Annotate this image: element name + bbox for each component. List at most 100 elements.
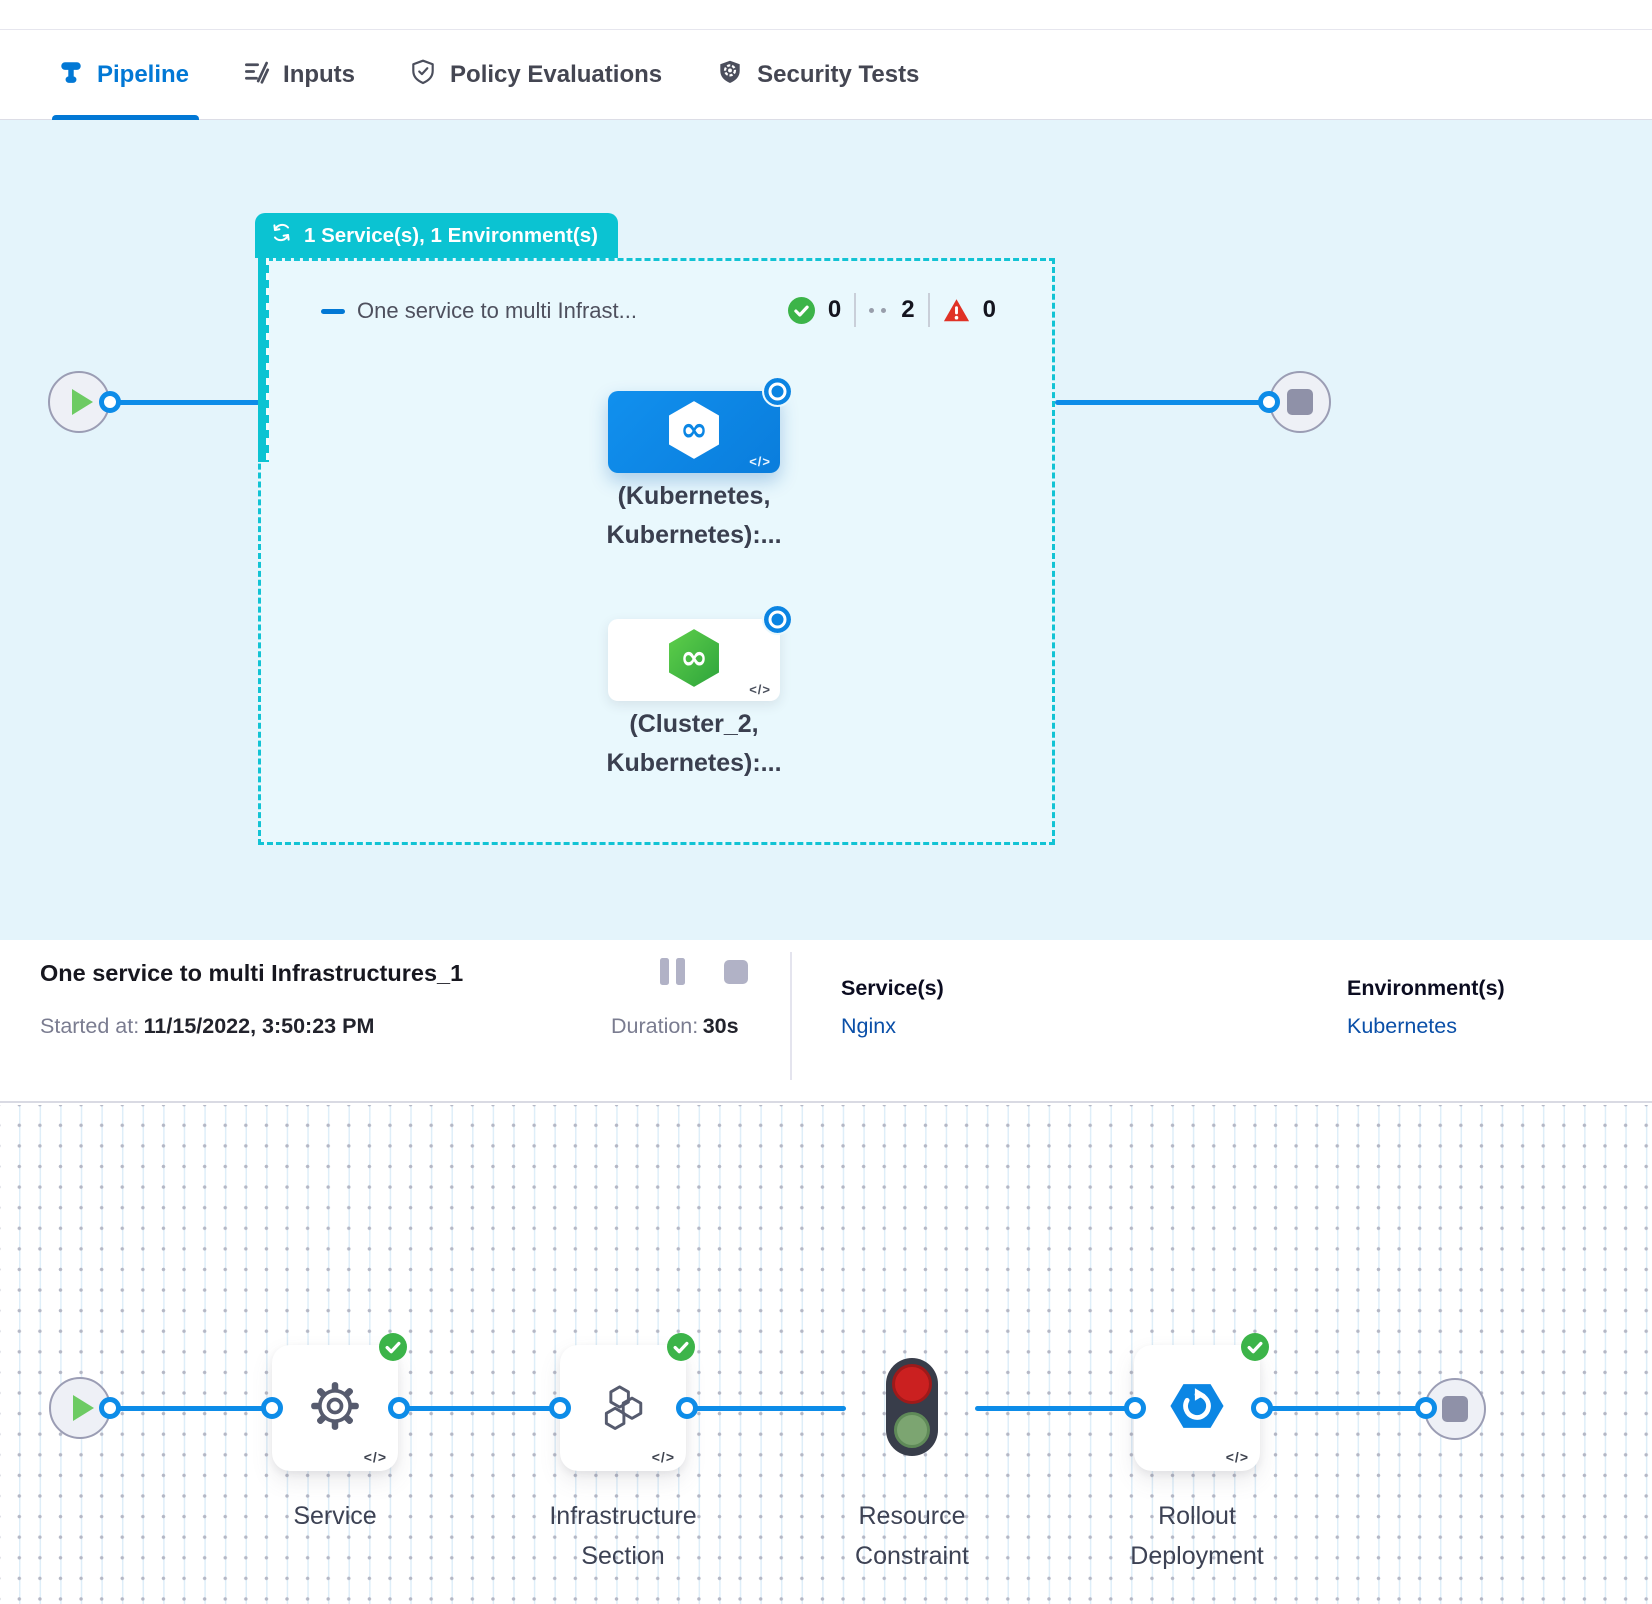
services-group: Service(s) Nginx [841, 976, 944, 1039]
edge-stage-to-end [1055, 400, 1269, 405]
edge-start-to-stage [110, 400, 260, 405]
execution-info-bar: One service to multi Infrastructures_1 S… [0, 940, 1652, 1103]
connector-dot[interactable] [1124, 1397, 1146, 1419]
success-check-badge [1241, 1333, 1269, 1361]
stage-flow-canvas: </> Service </> Infrastructu [0, 1105, 1652, 1604]
tab-policy-evaluations[interactable]: Policy Evaluations [409, 31, 662, 119]
failed-count-icon [943, 297, 970, 324]
traffic-light-green [894, 1412, 930, 1448]
tab-inputs[interactable]: Inputs [243, 31, 355, 119]
environments-label: Environment(s) [1347, 976, 1505, 1001]
harness-hexagon-icon: ∞ [664, 398, 724, 467]
duration-label: Duration: [611, 1014, 698, 1038]
matrix-node-cluster-2-label: (Cluster_2, Kubernetes):... [544, 705, 844, 783]
failed-count: 0 [983, 296, 996, 324]
connector-dot[interactable] [99, 391, 121, 413]
play-icon [72, 389, 93, 415]
services-label: Service(s) [841, 976, 944, 1001]
rollout-deployment-icon [1169, 1381, 1225, 1436]
started-at-row: Started at: 11/15/2022, 3:50:23 PM [40, 1014, 374, 1039]
step-service[interactable]: </> [272, 1345, 398, 1471]
traffic-light-red [892, 1364, 932, 1404]
environments-group: Environment(s) Kubernetes [1347, 976, 1505, 1039]
tab-pipeline-label: Pipeline [97, 61, 189, 89]
success-check-badge [379, 1333, 407, 1361]
step-service-label: Service [215, 1496, 455, 1536]
started-at-label: Started at: [40, 1014, 139, 1038]
connector-dot[interactable] [676, 1397, 698, 1419]
yaml-code-glyph: </> [749, 682, 771, 697]
service-environment-badge-label: 1 Service(s), 1 Environment(s) [304, 224, 598, 248]
stage-status-counts: 0 2 0 [788, 293, 996, 327]
edge [110, 1406, 272, 1411]
security-shield-gear-icon [716, 58, 744, 93]
execution-title: One service to multi Infrastructures_1 [40, 960, 463, 987]
svg-text:∞: ∞ [680, 637, 708, 676]
tab-pipeline[interactable]: Pipeline [58, 31, 189, 119]
step-infrastructure-section[interactable]: </> [560, 1345, 686, 1471]
count-separator [854, 293, 856, 327]
duration-value: 30s [703, 1014, 739, 1038]
edge [399, 1406, 560, 1411]
matrix-node-kubernetes-label: (Kubernetes, Kubernetes):... [544, 477, 844, 555]
stage-group-container: One service to multi Infrast... 0 2 0 [258, 258, 1055, 845]
tab-inputs-label: Inputs [283, 61, 355, 89]
cycle-icon [270, 221, 293, 250]
edge [975, 1406, 1135, 1411]
hexagons-icon [596, 1379, 650, 1438]
gear-icon [309, 1380, 361, 1437]
connector-dot[interactable] [549, 1397, 571, 1419]
tab-security-tests-label: Security Tests [757, 61, 919, 89]
success-count: 0 [828, 296, 841, 324]
edge [1262, 1406, 1426, 1411]
tab-policy-evaluations-label: Policy Evaluations [450, 61, 662, 89]
tab-security-tests[interactable]: Security Tests [716, 31, 919, 119]
queued-spinner-badge [762, 604, 793, 635]
yaml-code-glyph: </> [749, 454, 771, 469]
svg-text:∞: ∞ [680, 409, 708, 448]
stage-group-title: One service to multi Infrast... [357, 298, 637, 324]
step-resource-constraint traffic-light-icon[interactable] [886, 1358, 938, 1456]
execution-graph-canvas: 1 Service(s), 1 Environment(s) One servi… [0, 120, 1652, 940]
pipeline-icon [58, 59, 84, 92]
running-dots-icon [869, 308, 886, 313]
edge [687, 1406, 846, 1411]
connector-dot[interactable] [1251, 1397, 1273, 1419]
stage-group-edge-strip [258, 258, 269, 462]
matrix-node-kubernetes[interactable]: ∞ </> [608, 391, 780, 473]
inputs-icon [243, 58, 270, 92]
top-strip [0, 0, 1652, 30]
service-environment-badge[interactable]: 1 Service(s), 1 Environment(s) [255, 213, 618, 258]
collapse-stage-group-button[interactable] [321, 309, 345, 314]
environments-value-link[interactable]: Kubernetes [1347, 1014, 1505, 1039]
yaml-code-glyph: </> [1226, 1449, 1249, 1465]
services-value-link[interactable]: Nginx [841, 1014, 944, 1039]
step-rollout-deployment[interactable]: </> [1134, 1345, 1260, 1471]
step-infrastructure-section-label: Infrastructure Section [503, 1496, 743, 1576]
success-check-badge [667, 1333, 695, 1361]
tab-bar: Pipeline Inputs Policy Eval [0, 31, 1652, 120]
yaml-code-glyph: </> [364, 1449, 387, 1465]
duration-row: Duration: 30s [611, 1014, 739, 1039]
running-spinner-badge [762, 376, 793, 407]
stop-button[interactable] [724, 960, 748, 984]
success-count-icon [788, 297, 815, 324]
info-divider [790, 952, 792, 1080]
policy-shield-check-icon [409, 58, 437, 93]
connector-dot[interactable] [99, 1397, 121, 1419]
connector-dot[interactable] [261, 1397, 283, 1419]
pause-button[interactable] [660, 958, 685, 985]
matrix-node-cluster-2[interactable]: ∞ </> [608, 619, 780, 701]
pipeline-execution-page: Pipeline Inputs Policy Eval [0, 0, 1652, 1604]
play-icon [73, 1395, 94, 1421]
harness-hexagon-icon: ∞ [664, 626, 724, 695]
started-at-value: 11/15/2022, 3:50:23 PM [144, 1014, 375, 1038]
yaml-code-glyph: </> [652, 1449, 675, 1465]
stop-icon [1287, 389, 1313, 415]
connector-dot[interactable] [1258, 391, 1280, 413]
connector-dot[interactable] [388, 1397, 410, 1419]
connector-dot[interactable] [1415, 1397, 1437, 1419]
stop-icon [1442, 1396, 1468, 1422]
running-count: 2 [901, 296, 914, 324]
step-rollout-deployment-label: Rollout Deployment [1077, 1496, 1317, 1576]
